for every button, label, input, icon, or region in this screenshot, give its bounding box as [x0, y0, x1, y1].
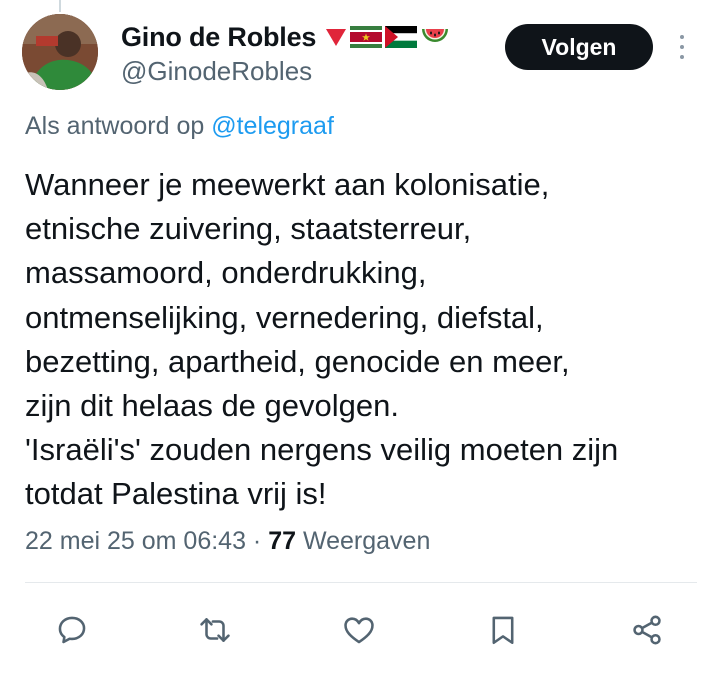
- flag-palestine-icon: [385, 26, 418, 48]
- flag-suriname-icon: [350, 26, 383, 48]
- author-name-row: Gino de Robles: [121, 20, 450, 54]
- more-dot: [680, 55, 684, 59]
- author-display-name[interactable]: Gino de Robles: [121, 22, 316, 53]
- meta-separator: ·: [245, 527, 269, 555]
- bookmark-icon: [492, 616, 514, 645]
- tweet-text: Wanneer je meewerkt aan kolonisatie, etn…: [25, 163, 715, 517]
- author-handle[interactable]: @GinodeRobles: [121, 56, 312, 87]
- tweet-text-line: bezetting, apartheid, genocide en meer,: [25, 343, 570, 379]
- more-dot: [680, 45, 684, 49]
- divider: [25, 582, 697, 583]
- thread-connector-line: [59, 0, 61, 12]
- share-icon: [633, 615, 661, 645]
- more-dot: [680, 35, 684, 39]
- reply-prefix: Als antwoord op: [25, 112, 212, 140]
- retweet-button[interactable]: [193, 608, 237, 652]
- bookmark-button[interactable]: [481, 608, 525, 652]
- reply-mention-link[interactable]: @telegraaf: [211, 112, 334, 140]
- like-button[interactable]: [337, 608, 381, 652]
- author-badges: [325, 25, 450, 49]
- reply-button[interactable]: [50, 608, 94, 652]
- tweet-text-line: zijn dit helaas de gevolgen.: [25, 388, 399, 424]
- action-bar: [0, 608, 720, 652]
- more-options-icon[interactable]: [675, 32, 689, 62]
- retweet-icon: [200, 618, 230, 642]
- avatar[interactable]: [22, 14, 98, 90]
- reply-icon: [58, 616, 86, 644]
- tweet-text-line: 'Israëli's' zouden nergens veilig moeten…: [25, 432, 619, 468]
- tweet-text-line: totdat Palestina vrij is!: [25, 476, 327, 512]
- down-triangle-red-icon: [326, 29, 347, 46]
- share-button[interactable]: [625, 608, 669, 652]
- tweet-text-line: massamoord, onderdrukking,: [25, 255, 427, 291]
- tweet-meta: 22 mei 25 om 06:43 · 77 Weergaven: [25, 527, 430, 556]
- views-count: 77: [268, 527, 297, 555]
- tweet-text-line: ontmenselijking, vernedering, diefstal,: [25, 299, 544, 335]
- follow-button[interactable]: Volgen: [505, 24, 653, 70]
- watermelon-icon: [422, 29, 449, 42]
- tweet-timestamp[interactable]: 22 mei 25 om 06:43: [25, 527, 246, 555]
- reply-context: Als antwoord op @telegraaf: [25, 112, 334, 141]
- avatar-photo: [22, 14, 98, 90]
- like-icon: [344, 617, 374, 644]
- tweet-text-line: etnische zuivering, staatsterreur,: [25, 211, 472, 247]
- views-label: Weergaven: [296, 527, 431, 555]
- tweet-text-line: Wanneer je meewerkt aan kolonisatie,: [25, 167, 550, 202]
